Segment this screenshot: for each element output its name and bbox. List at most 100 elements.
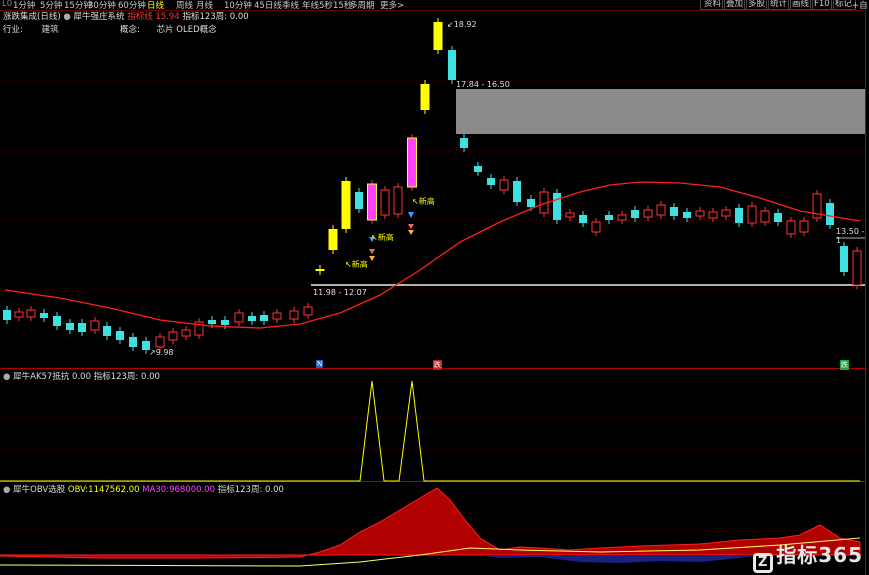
candle-body — [355, 192, 363, 209]
new-high-signal-3: ↖新高 — [412, 197, 435, 206]
candle-body — [289, 310, 299, 320]
candle-body — [499, 179, 509, 191]
support-range-label: 11.98 - 12.07 — [313, 288, 367, 297]
panel3-toggle-icon[interactable]: ● — [3, 485, 10, 495]
candle-body — [735, 208, 743, 223]
candle-body — [103, 326, 111, 336]
candle-body — [826, 203, 834, 225]
candle-body — [760, 210, 770, 223]
candle-body — [448, 50, 456, 80]
candle-body — [631, 210, 639, 218]
candle-body — [605, 215, 613, 220]
watermark-logo: Z 指标365 — [753, 539, 863, 573]
panel2-name[interactable]: 犀牛AK57抵抗 — [13, 372, 69, 382]
candle-body — [407, 137, 417, 188]
candle-body — [260, 315, 268, 321]
low-price-label: ↗9.98 — [149, 348, 174, 357]
new-high-signal-2: ↖新高 — [371, 233, 394, 242]
candle-body — [328, 229, 338, 250]
logo-icon: Z — [753, 553, 774, 573]
candle-body — [747, 205, 757, 224]
diamond-signal-icon — [369, 256, 375, 261]
candle-body — [553, 193, 561, 220]
candle-body — [14, 311, 24, 318]
candle-body — [272, 312, 282, 320]
candle-body — [53, 316, 61, 326]
candle-body — [852, 250, 862, 286]
panel3-label3: 指标123周: — [217, 485, 263, 495]
panel3-name[interactable]: 犀牛OBV选股 — [13, 485, 65, 495]
marker-fall-2: 跌 — [840, 360, 849, 370]
candle-body — [248, 316, 256, 321]
candle-body — [208, 320, 216, 324]
ma30-value: 968000.00 — [169, 485, 216, 495]
period-toolbar: L0 1分钟 5分钟 15分钟 30分钟 60分钟 日线 周线 月线 10分钟 45日线 季线 年线 5… — [0, 0, 869, 11]
resistance-range-label: 17.84 - 16.50 — [456, 80, 510, 89]
marker-fall-1: 跌 — [433, 360, 442, 370]
candle-body — [129, 337, 137, 347]
candle-body — [579, 215, 587, 223]
candle-body — [786, 220, 796, 235]
candle-body — [721, 209, 731, 217]
candle-body — [487, 178, 495, 185]
diamond-signal-icon — [408, 212, 414, 218]
panel2-value2: 0.00 — [140, 372, 160, 382]
candle-body — [695, 210, 705, 217]
ak57-signal-line — [0, 380, 860, 482]
candle-body — [420, 84, 430, 110]
panel3-title: ● 犀牛OBV选股 OBV:1147562.00 MA30:968000.00 … — [3, 483, 284, 495]
new-high-signal-1: ↖新高 — [345, 260, 368, 269]
candle-body — [380, 189, 390, 216]
menu-glyph[interactable]: L0 — [2, 0, 12, 9]
candle-body — [670, 207, 678, 216]
marker-n: N — [316, 360, 324, 368]
panel2-value: 0.00 — [72, 372, 91, 382]
candle-body — [513, 181, 521, 202]
candle-body — [78, 323, 86, 332]
candle-body — [799, 220, 809, 233]
candle-body — [527, 199, 535, 207]
candle-body — [708, 211, 718, 219]
candle-body — [341, 181, 351, 229]
candle-body — [617, 214, 627, 221]
ma30-label: MA30: — [142, 485, 170, 495]
candle-body — [155, 336, 165, 348]
resistance-zone — [456, 89, 865, 134]
candle-body — [656, 204, 666, 216]
diamond-signal-icon — [408, 224, 414, 229]
candle-body — [840, 246, 848, 272]
candle-body — [3, 310, 11, 320]
high-price-label: ↙18.92 — [447, 20, 477, 29]
candle-body — [221, 320, 229, 325]
obv-area — [0, 487, 861, 559]
panel2-title: ● 犀牛AK57抵抗 0.00 指标123周: 0.00 — [3, 370, 160, 382]
candle-body — [683, 212, 691, 218]
candle-body — [26, 309, 36, 318]
candle-body — [234, 312, 244, 323]
candle-body — [460, 138, 468, 148]
candle-body — [168, 331, 178, 341]
candle-body — [303, 306, 313, 316]
diamond-signal-icon — [408, 230, 414, 235]
obv-negative-area — [480, 555, 760, 563]
candle-body — [66, 323, 74, 330]
candle-body — [643, 209, 653, 218]
panel2-toggle-icon[interactable]: ● — [3, 372, 10, 382]
candle-body — [116, 331, 124, 340]
candle-body — [565, 212, 575, 218]
candle-body — [474, 166, 482, 172]
candle-body — [393, 186, 403, 215]
obv-label: OBV: — [67, 485, 89, 495]
right-range-label: 13.50 - 1 — [836, 227, 865, 245]
diamond-signal-icon — [369, 249, 375, 254]
candle-body — [591, 221, 601, 233]
panel2-label2: 指标123周: — [93, 372, 139, 382]
panel3-value3: 0.00 — [265, 485, 284, 495]
candle-body — [774, 213, 782, 222]
candle-body — [181, 329, 191, 337]
candle-body — [90, 320, 100, 331]
candle-body — [40, 313, 48, 318]
candle-body — [433, 22, 443, 50]
candlesticks — [3, 18, 862, 354]
candle-body — [367, 183, 377, 221]
